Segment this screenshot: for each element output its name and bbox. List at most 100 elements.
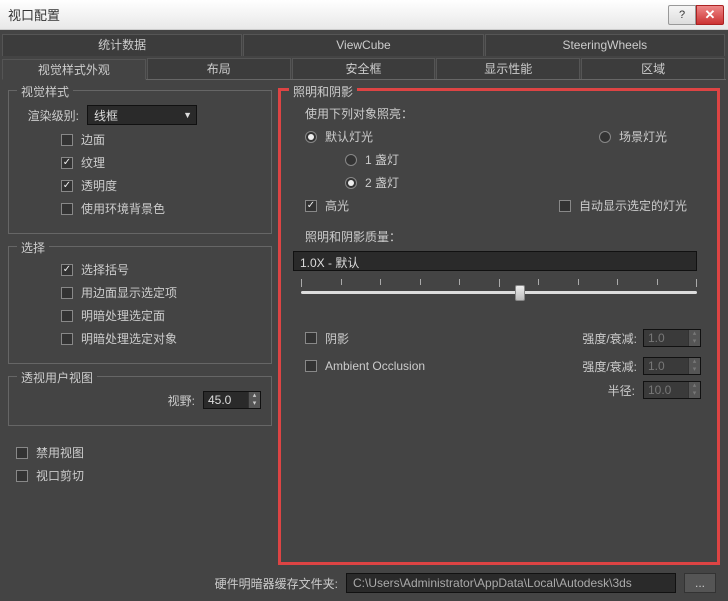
tab-statistics[interactable]: 统计数据 (2, 34, 242, 56)
spinner-radius[interactable]: 10.0▴▾ (643, 381, 701, 399)
help-button[interactable]: ? (668, 5, 696, 25)
group-perspective: 透视用户视图 视野: 45.0 ▴▾ (8, 376, 272, 426)
label-edges: 边面 (81, 131, 105, 148)
spinner-up-icon[interactable]: ▴ (248, 392, 260, 400)
label-env-bg: 使用环境背景色 (81, 200, 165, 217)
checkbox-shadows[interactable] (305, 332, 317, 344)
group-lighting-shadows: 照明和阴影 使用下列对象照亮： 默认灯光 场景灯光 1 盏灯 2 盏灯 高光 自… (278, 88, 720, 565)
spinner-down-icon[interactable]: ▾ (248, 400, 260, 408)
label-ao: Ambient Occlusion (325, 359, 425, 373)
checkbox-viewport-clipping[interactable] (16, 470, 28, 482)
row-render-level: 渲染级别: 线框 ▼ (19, 105, 261, 125)
spinner-ao-intensity[interactable]: 1.0▴▾ (643, 357, 701, 375)
group-title-selection: 选择 (17, 239, 49, 256)
group-visual-style: 视觉样式 渲染级别: 线框 ▼ 边面 纹理 透明度 使用环境背景色 (8, 90, 272, 234)
label-render-level: 渲染级别: (19, 107, 79, 124)
label-scene-lights: 场景灯光 (619, 128, 667, 145)
spinner-fov[interactable]: 45.0 ▴▾ (203, 391, 261, 409)
tab-steeringwheels[interactable]: SteeringWheels (485, 34, 725, 56)
group-title-perspective: 透视用户视图 (17, 369, 97, 386)
slider-thumb[interactable] (515, 285, 525, 301)
close-button[interactable]: ✕ (696, 5, 724, 25)
label-one-light: 1 盏灯 (365, 151, 399, 168)
label-quality: 照明和阴影质量： (305, 228, 401, 245)
spinner-up-icon[interactable]: ▴ (688, 358, 700, 366)
checkbox-transparency[interactable] (61, 180, 73, 192)
tab-viewcube[interactable]: ViewCube (243, 34, 483, 56)
label-default-lights: 默认灯光 (325, 128, 373, 145)
top-tab-row: 统计数据 ViewCube SteeringWheels (2, 34, 726, 56)
spinner-down-icon[interactable]: ▾ (688, 390, 700, 398)
textbox-quality[interactable]: 1.0X - 默认 (293, 251, 697, 271)
checkbox-edge-display[interactable] (61, 287, 73, 299)
dropdown-value: 线框 (94, 107, 118, 124)
sub-tab-row: 视觉样式外观 布局 安全框 显示性能 区域 (2, 58, 726, 80)
spinner-fov-value: 45.0 (204, 393, 248, 407)
tab-display-perf[interactable]: 显示性能 (436, 58, 580, 79)
checkbox-ao[interactable] (305, 360, 317, 372)
checkbox-disable-viewport[interactable] (16, 447, 28, 459)
label-ao-intensity: 强度/衰减: (582, 358, 637, 375)
titlebar-buttons: ? ✕ (668, 5, 724, 25)
radio-scene-lights[interactable] (599, 131, 611, 143)
dropdown-arrow-icon: ▼ (183, 110, 192, 120)
spinner-down-icon[interactable]: ▾ (688, 338, 700, 346)
group-title-visual-style: 视觉样式 (17, 83, 73, 100)
radio-two-lights[interactable] (345, 177, 357, 189)
label-fov: 视野: (168, 392, 195, 409)
spinner-up-icon[interactable]: ▴ (688, 330, 700, 338)
checkbox-edges[interactable] (61, 134, 73, 146)
label-specular: 高光 (325, 197, 349, 214)
checkbox-shade-objects[interactable] (61, 333, 73, 345)
tab-visual-style[interactable]: 视觉样式外观 (2, 59, 146, 80)
textbox-quality-value: 1.0X - 默认 (300, 256, 359, 270)
radio-default-lights[interactable] (305, 131, 317, 143)
label-disable-viewport: 禁用视图 (36, 444, 84, 461)
label-edge-display: 用边面显示选定项 (81, 284, 177, 301)
group-title-lighting: 照明和阴影 (289, 83, 357, 100)
label-brackets: 选择括号 (81, 261, 129, 278)
spinner-shadow-intensity[interactable]: 1.0▴▾ (643, 329, 701, 347)
window-title: 视口配置 (8, 5, 668, 24)
label-textures: 纹理 (81, 154, 105, 171)
label-shadow-intensity: 强度/衰减: (582, 330, 637, 347)
label-cache-folder: 硬件明暗器缓存文件夹: (215, 575, 338, 592)
checkbox-auto-display[interactable] (559, 200, 571, 212)
tab-safe-frame[interactable]: 安全框 (292, 58, 436, 79)
slider-track (301, 291, 697, 294)
label-shadows: 阴影 (325, 330, 349, 347)
right-column: 照明和阴影 使用下列对象照亮： 默认灯光 场景灯光 1 盏灯 2 盏灯 高光 自… (278, 84, 720, 565)
titlebar: 视口配置 ? ✕ (0, 0, 728, 30)
spinner-up-icon[interactable]: ▴ (688, 382, 700, 390)
dialog-body: 统计数据 ViewCube SteeringWheels 视觉样式外观 布局 安… (0, 30, 728, 601)
textbox-cache-path[interactable]: C:\Users\Administrator\AppData\Local\Aut… (346, 573, 676, 593)
checkbox-specular[interactable] (305, 200, 317, 212)
browse-button[interactable]: ... (684, 573, 716, 593)
label-viewport-clipping: 视口剪切 (36, 467, 84, 484)
checkbox-brackets[interactable] (61, 264, 73, 276)
label-shade-objects: 明暗处理选定对象 (81, 330, 177, 347)
footer-row: 硬件明暗器缓存文件夹: C:\Users\Administrator\AppDa… (2, 569, 726, 595)
content-area: 视觉样式 渲染级别: 线框 ▼ 边面 纹理 透明度 使用环境背景色 选择 (2, 80, 726, 569)
checkbox-env-bg[interactable] (61, 203, 73, 215)
bottom-checks: 禁用视图 视口剪切 (8, 432, 272, 492)
group-selection: 选择 选择括号 用边面显示选定项 明暗处理选定面 明暗处理选定对象 (8, 246, 272, 364)
label-radius: 半径: (608, 382, 635, 399)
checkbox-textures[interactable] (61, 157, 73, 169)
quality-slider-area (291, 271, 707, 307)
label-transparency: 透明度 (81, 177, 117, 194)
label-shade-faces: 明暗处理选定面 (81, 307, 165, 324)
spinner-down-icon[interactable]: ▾ (688, 366, 700, 374)
quality-slider[interactable] (301, 279, 697, 303)
tab-regions[interactable]: 区域 (581, 58, 725, 79)
radio-one-light[interactable] (345, 154, 357, 166)
row-fov: 视野: 45.0 ▴▾ (19, 391, 261, 409)
tab-layout[interactable]: 布局 (147, 58, 291, 79)
dialog-window: 视口配置 ? ✕ 统计数据 ViewCube SteeringWheels 视觉… (0, 0, 728, 601)
label-use-lights: 使用下列对象照亮： (305, 105, 413, 122)
checkbox-shade-faces[interactable] (61, 310, 73, 322)
dropdown-render-level[interactable]: 线框 ▼ (87, 105, 197, 125)
label-two-lights: 2 盏灯 (365, 174, 399, 191)
label-auto-display: 自动显示选定的灯光 (579, 197, 687, 214)
left-column: 视觉样式 渲染级别: 线框 ▼ 边面 纹理 透明度 使用环境背景色 选择 (8, 84, 272, 565)
